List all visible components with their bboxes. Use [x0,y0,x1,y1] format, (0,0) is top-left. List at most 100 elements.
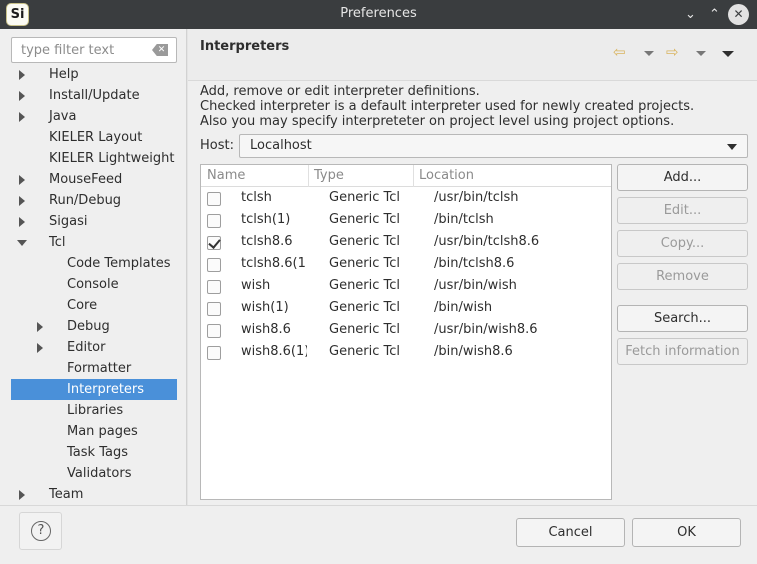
tree-item-label: KIELER Layout [49,130,143,145]
table-row[interactable]: tclsh8.6(1) Generic Tcl/bin/tclsh8.6 [201,253,611,275]
default-interpreter-checkbox[interactable] [207,192,221,206]
cell-type: Generic Tcl [329,234,401,249]
filter-box: ✕ [11,37,177,63]
tree-item-label: Core [67,298,98,313]
remove-button[interactable]: Remove [617,263,748,290]
tree-item-label: MouseFeed [49,172,123,187]
tree-item-label: KIELER Lightweight Diagrams [49,151,177,166]
table-row[interactable]: tclsh8.6 Generic Tcl/usr/bin/tclsh8.6 [201,231,611,253]
tree-item-label: Code Templates [67,256,171,271]
forward-history-dropdown-icon[interactable] [696,51,706,56]
tree-item[interactable]: Validators [11,463,177,484]
view-menu-icon[interactable] [722,51,734,57]
tree-item-label: Debug [67,319,110,334]
tree-item[interactable]: Libraries [11,400,177,421]
sash[interactable] [186,29,188,505]
cell-location: /usr/bin/wish8.6 [434,322,538,337]
tree-item[interactable]: Run/Debug [11,190,177,211]
cell-name: tclsh8.6(1) [241,256,307,271]
tree-item[interactable]: KIELER Lightweight Diagrams [11,148,177,169]
tree-item[interactable]: Java [11,106,177,127]
page-title: Interpreters [200,39,290,54]
default-interpreter-checkbox[interactable] [207,346,221,360]
add-button[interactable]: Add... [617,164,748,191]
tree-item[interactable]: Debug [11,316,177,337]
table-header: Name Type Location [201,165,611,187]
chevron-up-icon[interactable]: ⌃ [704,4,725,25]
cell-type: Generic Tcl [329,322,401,337]
column-header-name[interactable]: Name [207,168,245,183]
tree-item[interactable]: Help [11,66,177,85]
cell-location: /bin/wish [434,300,493,315]
tree-item-label: Interpreters [67,382,145,397]
forward-arrow-icon[interactable]: ⇨ [666,43,679,61]
page-header: Interpreters ⇦ ⇨ [188,29,757,81]
tree-item[interactable]: Install/Update [11,85,177,106]
tree-item[interactable]: Console [11,274,177,295]
search-button[interactable]: Search... [617,305,748,332]
tree-item-label: Help [49,67,79,82]
edit-button[interactable]: Edit... [617,197,748,224]
chevron-down-icon[interactable]: ⌄ [680,4,701,25]
back-arrow-icon[interactable]: ⇦ [613,43,626,61]
tree-item[interactable]: Core [11,295,177,316]
column-header-location[interactable]: Location [419,168,474,183]
default-interpreter-checkbox[interactable] [207,258,221,272]
host-select[interactable]: Localhost [239,134,748,158]
cell-type: Generic Tcl [329,300,401,315]
tree-item[interactable]: Team [11,484,177,505]
table-row[interactable]: tclsh(1) Generic Tcl/bin/tclsh [201,209,611,231]
cell-location: /usr/bin/tclsh [434,190,519,205]
cell-type: Generic Tcl [329,344,401,359]
table-row[interactable]: wish8.6 Generic Tcl/usr/bin/wish8.6 [201,319,611,341]
tree-item-label: Man pages [67,424,138,439]
table-row[interactable]: wish8.6(1) Generic Tcl/bin/wish8.6 [201,341,611,363]
tree-item-label: Team [49,487,84,502]
table-row[interactable]: wish Generic Tcl/usr/bin/wish [201,275,611,297]
fetch-information-button[interactable]: Fetch information [617,338,748,365]
close-icon[interactable]: ✕ [728,4,749,25]
tree-item[interactable]: Tcl [11,232,177,253]
cell-location: /bin/wish8.6 [434,344,513,359]
default-interpreter-checkbox[interactable] [207,280,221,294]
column-header-type[interactable]: Type [314,168,344,183]
tree-item[interactable]: Man pages [11,421,177,442]
tree-item-label: Libraries [67,403,124,418]
clear-filter-icon[interactable]: ✕ [152,44,168,56]
default-interpreter-checkbox[interactable] [207,302,221,316]
tree-item[interactable]: Sigasi [11,211,177,232]
table-row[interactable]: tclsh Generic Tcl/usr/bin/tclsh [201,187,611,209]
cell-location: /usr/bin/tclsh8.6 [434,234,540,249]
tree-item-label: Console [67,277,119,292]
tree-item[interactable]: Editor [11,337,177,358]
tree-item-label: Editor [67,340,106,355]
interpreters-table: Name Type Location tclsh Generic Tcl/usr/… [200,164,612,500]
title-bar: Si Preferences ⌄ ⌃ ✕ [0,0,757,29]
tree-item[interactable]: MouseFeed [11,169,177,190]
help-icon: ? [31,521,51,541]
help-button[interactable]: ? [19,512,62,550]
copy-button[interactable]: Copy... [617,230,748,257]
tree-item[interactable]: Formatter [11,358,177,379]
filter-input[interactable] [19,39,149,61]
preferences-tree: Help Install/Update Java KIELER Layout KIELE… [11,66,177,506]
cell-name: wish8.6 [241,322,291,337]
ok-button[interactable]: OK [632,518,741,547]
cancel-button[interactable]: Cancel [516,518,625,547]
tree-item[interactable]: Interpreters [11,379,177,400]
table-row[interactable]: wish(1) Generic Tcl/bin/wish [201,297,611,319]
default-interpreter-checkbox[interactable] [207,324,221,338]
column-separator[interactable] [308,165,309,187]
tree-item[interactable]: KIELER Layout [11,127,177,148]
tree-item[interactable]: Code Templates [11,253,177,274]
cell-name: wish8.6(1) [241,344,307,359]
description-line-1: Add, remove or edit interpreter definiti… [200,84,480,99]
back-history-dropdown-icon[interactable] [644,51,654,56]
column-separator[interactable] [413,165,414,187]
default-interpreter-checkbox[interactable] [207,236,221,250]
tree-item-label: Java [49,109,77,124]
cell-type: Generic Tcl [329,256,401,271]
cell-type: Generic Tcl [329,212,401,227]
tree-item[interactable]: Task Tags [11,442,177,463]
default-interpreter-checkbox[interactable] [207,214,221,228]
